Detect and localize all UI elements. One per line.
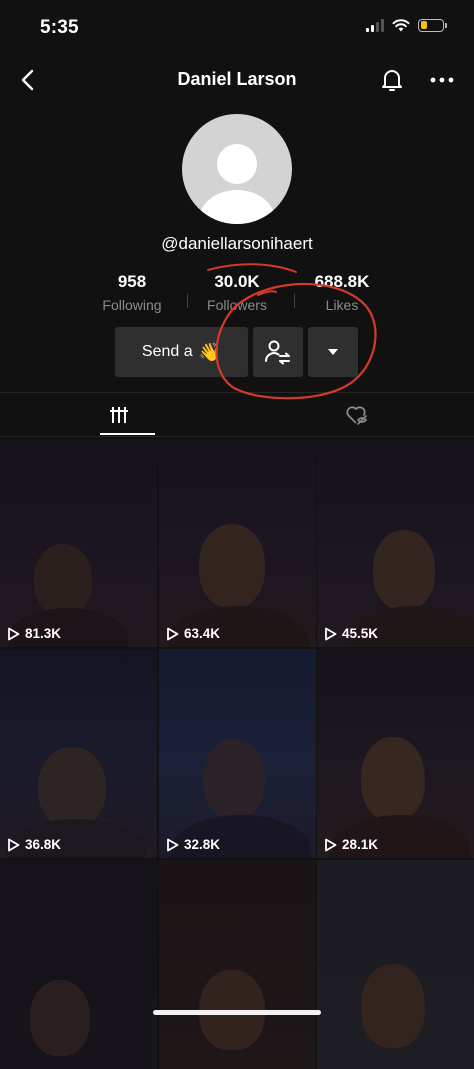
likes-label: Likes [325,297,359,313]
friends-button[interactable] [253,327,303,377]
play-icon [8,838,20,851]
view-count: 81.3K [7,626,61,641]
status-bar: 5:35 [0,0,474,58]
play-icon [325,838,337,851]
view-count-text: 32.8K [184,837,221,852]
thumbnail-face [199,524,265,608]
status-icons [366,18,447,32]
following-label: Following [102,297,162,313]
home-indicator [153,1010,321,1015]
following-count: 958 [117,272,147,291]
view-count-text: 81.3K [25,626,62,641]
stat-divider [187,294,188,308]
profile-tabs [0,392,474,437]
video-thumbnail[interactable] [0,860,157,1069]
video-thumbnail[interactable]: 32.8K [159,649,316,858]
video-thumbnail[interactable]: 81.3K [0,438,157,647]
wifi-icon [392,19,410,32]
thumbnail-face [30,980,90,1056]
bell-icon [382,70,402,91]
view-count-text: 36.8K [25,837,62,852]
play-icon [167,627,179,640]
send-message-button[interactable]: Send a 👋 [115,327,248,377]
thumbnail-face [34,544,92,616]
video-thumbnail[interactable]: 36.8K [0,649,157,858]
view-count: 28.1K [324,837,378,852]
view-count: 36.8K [7,837,61,852]
more-options-button[interactable] [426,64,458,96]
battery-icon [418,18,447,32]
view-count-text: 63.4K [184,626,221,641]
video-thumbnail[interactable] [159,860,316,1069]
view-count: 45.5K [324,626,378,641]
suggested-accounts-button[interactable] [308,327,358,377]
followers-label: Followers [207,297,267,313]
stat-followers[interactable]: 30.0K Followers [189,272,285,313]
likes-count: 688.8K [314,272,370,291]
thumbnail-face [361,737,425,821]
waving-hand-icon: 👋 [198,341,222,362]
grid-videos-icon [109,407,128,423]
friend-follow-icon [265,340,290,365]
profile-stats: 958 Following 30.0K Followers 688.8K Lik… [91,272,383,316]
view-count-text: 45.5K [342,626,379,641]
play-icon [167,838,179,851]
thumbnail-face [38,747,106,827]
username: @daniellarsonihaert [161,234,313,253]
status-time: 5:35 [40,17,79,38]
video-thumbnail[interactable]: 63.4K [159,438,316,647]
thumbnail-face [373,530,435,610]
stat-likes[interactable]: 688.8K Likes [294,272,390,313]
default-avatar-head [217,144,257,184]
thumbnail-face [203,739,265,819]
play-icon [8,627,20,640]
stat-following[interactable]: 958 Following [84,272,180,313]
video-grid: 81.3K 63.4K 45.5K 36.8K 32.8K 28.1K [0,438,474,1069]
notifications-button[interactable] [377,64,407,96]
tab-videos[interactable] [0,393,237,437]
liked-hidden-icon [346,406,368,425]
video-thumbnail[interactable]: 28.1K [317,649,474,858]
view-count: 63.4K [166,626,220,641]
active-tab-indicator [100,433,155,435]
thumbnail-face [361,964,425,1048]
default-avatar-body [199,190,275,224]
send-button-label: Send a [141,343,193,360]
followers-count: 30.0K [214,272,260,291]
view-count-text: 28.1K [342,837,379,852]
video-thumbnail[interactable]: 45.5K [317,438,474,647]
tab-liked-videos[interactable] [237,393,474,437]
avatar[interactable] [182,114,292,224]
caret-down-icon [328,349,338,355]
play-icon [325,627,337,640]
cellular-signal-icon [366,18,384,32]
more-dots-icon [430,77,454,83]
view-count: 32.8K [166,837,220,852]
video-thumbnail[interactable] [317,860,474,1069]
profile-header: Daniel Larson [0,58,474,102]
